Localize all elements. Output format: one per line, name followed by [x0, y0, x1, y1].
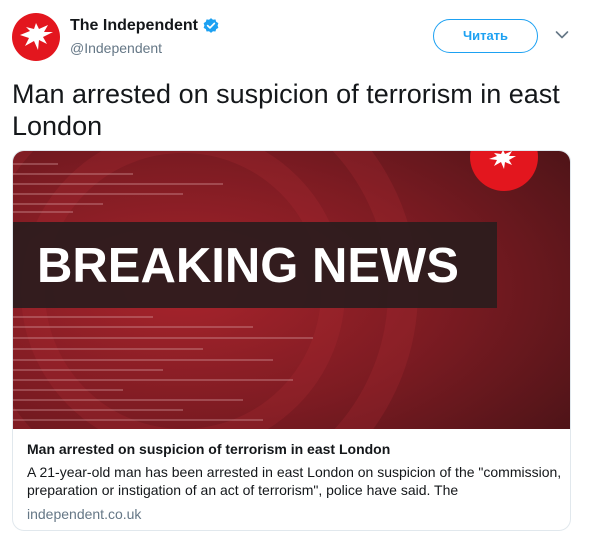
chevron-down-icon[interactable] [555, 30, 569, 40]
card-title[interactable]: Man arrested on suspicion of terrorism i… [27, 441, 390, 457]
link-card[interactable]: BREAKING NEWS Man arrested on suspicion … [12, 150, 571, 531]
card-domain[interactable]: independent.co.uk [27, 506, 141, 522]
tweet-text: Man arrested on suspicion of terrorism i… [12, 79, 560, 141]
display-name[interactable]: The Independent [70, 17, 198, 35]
card-image[interactable]: BREAKING NEWS [13, 151, 571, 429]
card-body[interactable]: Man arrested on suspicion of terrorism i… [13, 429, 570, 530]
tweet-header: The Independent @Independent Читать [0, 0, 595, 70]
follow-button[interactable]: Читать [433, 19, 538, 53]
account-handle[interactable]: @Independent [70, 40, 162, 56]
verified-badge-icon [203, 18, 219, 33]
breaking-news-text: BREAKING NEWS [37, 239, 459, 293]
avatar[interactable] [12, 13, 60, 61]
card-description: A 21-year-old man has been arrested in e… [27, 464, 562, 498]
eagle-logo-icon [20, 23, 53, 50]
name-row: The Independent [70, 15, 220, 37]
